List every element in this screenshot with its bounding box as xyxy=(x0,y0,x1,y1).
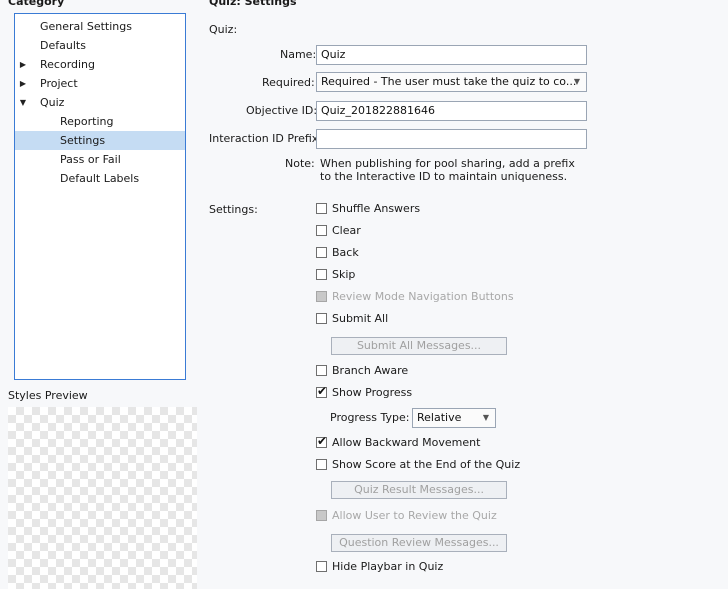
allow-backward-movement-checkbox[interactable]: ✔ Allow Backward Movement xyxy=(316,434,616,450)
show-score-label: Show Score at the End of the Quiz xyxy=(332,458,521,471)
tree-item-label: Default Labels xyxy=(60,172,140,185)
required-label: Required: xyxy=(262,76,315,89)
back-label: Back xyxy=(332,246,359,259)
section-header: Quiz: Settings xyxy=(209,0,297,8)
tree-item-label: Defaults xyxy=(40,39,86,52)
progress-type-value: Relative xyxy=(417,411,462,424)
review-mode-navigation-box xyxy=(316,291,327,302)
clear-checkbox[interactable]: Clear xyxy=(316,224,616,238)
objective-id-label: Objective ID: xyxy=(246,104,318,117)
shuffle-answers-box[interactable] xyxy=(316,203,327,214)
styles-preview-area xyxy=(8,407,197,589)
objective-id-field[interactable]: Quiz_201822881646 xyxy=(316,101,587,121)
styles-preview-label: Styles Preview xyxy=(8,389,88,402)
tree-item-label: Project xyxy=(40,77,78,90)
show-score-box[interactable] xyxy=(316,459,327,470)
shuffle-answers-label: Shuffle Answers xyxy=(332,202,421,215)
tree-item-general-settings[interactable]: General Settings xyxy=(15,17,185,36)
quiz-label: Quiz: xyxy=(209,23,238,36)
submit-all-label: Submit All xyxy=(332,312,389,325)
allow-backward-movement-label: Allow Backward Movement xyxy=(332,436,481,449)
back-checkbox[interactable]: Back xyxy=(316,246,616,260)
show-progress-checkbox[interactable]: ✔ Show Progress xyxy=(316,384,616,400)
submit-all-box[interactable] xyxy=(316,313,327,324)
required-dropdown[interactable]: Required - The user must take the quiz t… xyxy=(316,72,587,92)
checkmark-icon: ✔ xyxy=(317,384,328,398)
progress-type-label: Progress Type: xyxy=(330,411,410,424)
name-field[interactable]: Quiz xyxy=(316,45,587,65)
tree-item-label: Reporting xyxy=(60,115,114,128)
allow-user-review-box xyxy=(316,510,327,521)
hide-playbar-box[interactable] xyxy=(316,561,327,572)
allow-backward-movement-box[interactable]: ✔ xyxy=(316,434,328,448)
note-line-1: When publishing for pool sharing, add a … xyxy=(320,157,575,170)
tree-item-label: Quiz xyxy=(40,96,65,109)
progress-type-dropdown[interactable]: Relative ▼ xyxy=(412,408,496,428)
branch-aware-box[interactable] xyxy=(316,365,327,376)
collapsed-arrow-icon[interactable]: ▶ xyxy=(18,74,28,93)
shuffle-answers-checkbox[interactable]: Shuffle Answers xyxy=(316,202,616,216)
tree-item-label: Pass or Fail xyxy=(60,153,121,166)
back-box[interactable] xyxy=(316,247,327,258)
skip-checkbox[interactable]: Skip xyxy=(316,268,616,282)
review-mode-navigation-label: Review Mode Navigation Buttons xyxy=(332,290,514,303)
note-label: Note: xyxy=(285,157,315,170)
category-header: Category xyxy=(8,0,65,8)
allow-user-review-checkbox: Allow User to Review the Quiz xyxy=(316,509,616,523)
submit-all-messages-button: Submit All Messages... xyxy=(331,337,507,355)
tree-item-settings[interactable]: Settings xyxy=(15,131,185,150)
show-progress-box[interactable]: ✔ xyxy=(316,384,328,398)
tree-item-quiz[interactable]: ▼ Quiz xyxy=(15,93,185,112)
tree-item-pass-or-fail[interactable]: Pass or Fail xyxy=(15,150,185,169)
tree-item-reporting[interactable]: Reporting xyxy=(15,112,185,131)
branch-aware-label: Branch Aware xyxy=(332,364,409,377)
tree-item-project[interactable]: ▶ Project xyxy=(15,74,185,93)
interaction-id-prefix-label: Interaction ID Prefix: xyxy=(209,132,323,145)
review-mode-navigation-checkbox: Review Mode Navigation Buttons xyxy=(316,290,616,304)
quiz-result-messages-button: Quiz Result Messages... xyxy=(331,481,507,499)
tree-item-label: Recording xyxy=(40,58,96,71)
allow-user-review-label: Allow User to Review the Quiz xyxy=(332,509,497,522)
collapsed-arrow-icon[interactable]: ▶ xyxy=(18,55,28,74)
branch-aware-checkbox[interactable]: Branch Aware xyxy=(316,364,616,378)
clear-label: Clear xyxy=(332,224,361,237)
tree-item-label: General Settings xyxy=(40,20,132,33)
required-dropdown-value: Required - The user must take the quiz t… xyxy=(321,75,577,88)
submit-all-checkbox[interactable]: Submit All xyxy=(316,312,616,326)
checkmark-icon: ✔ xyxy=(317,434,328,448)
hide-playbar-checkbox[interactable]: Hide Playbar in Quiz xyxy=(316,560,616,574)
skip-label: Skip xyxy=(332,268,356,281)
show-progress-label: Show Progress xyxy=(332,386,413,399)
clear-box[interactable] xyxy=(316,225,327,236)
category-tree[interactable]: General Settings Defaults ▶ Recording ▶ Proje… xyxy=(14,13,186,380)
note-line-2: to the Interactive ID to maintain unique… xyxy=(320,170,568,183)
chevron-down-icon: ▼ xyxy=(573,77,580,86)
tree-item-default-labels[interactable]: Default Labels xyxy=(15,169,185,188)
chevron-down-icon: ▼ xyxy=(482,413,489,422)
name-label: Name: xyxy=(280,48,317,61)
tree-item-defaults[interactable]: Defaults xyxy=(15,36,185,55)
question-review-messages-button: Question Review Messages... xyxy=(331,534,507,552)
interaction-id-prefix-field[interactable] xyxy=(316,129,587,149)
skip-box[interactable] xyxy=(316,269,327,280)
tree-item-recording[interactable]: ▶ Recording xyxy=(15,55,185,74)
tree-item-label: Settings xyxy=(60,134,106,147)
expanded-arrow-icon[interactable]: ▼ xyxy=(18,93,28,112)
hide-playbar-label: Hide Playbar in Quiz xyxy=(332,560,444,573)
settings-label: Settings: xyxy=(209,203,258,216)
show-score-checkbox[interactable]: Show Score at the End of the Quiz xyxy=(316,458,616,472)
